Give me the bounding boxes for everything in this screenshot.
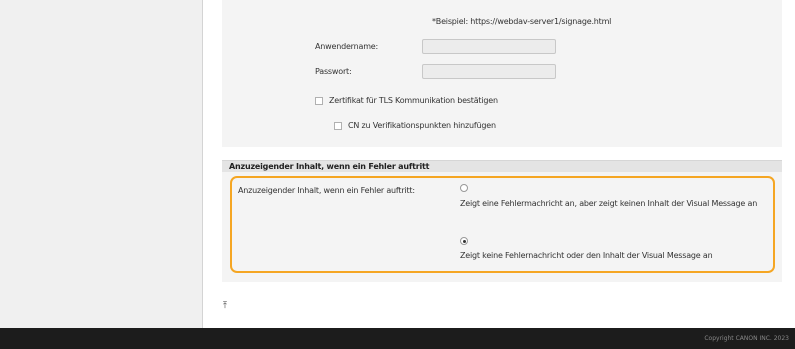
left-sidebar: [0, 0, 203, 328]
error-option-radio-1[interactable]: [460, 184, 468, 192]
username-label: Anwendername:: [315, 42, 379, 51]
cn-add-checkbox[interactable]: [334, 122, 342, 130]
error-option-label-1: Zeigt eine Fehlermachricht an, aber zeig…: [460, 199, 758, 208]
main-content: *Beispiel: https://webdav-server1/signag…: [204, 0, 795, 328]
username-field[interactable]: [422, 39, 556, 54]
error-option-radio-2[interactable]: [460, 237, 468, 245]
error-option-label-2: Zeigt keine Fehlernachricht oder den Inh…: [460, 251, 713, 260]
tls-verify-label: Zertifikat für TLS Kommunikation bestäti…: [329, 96, 498, 105]
cn-add-label: CN zu Verifikationspunkten hinzufügen: [348, 121, 496, 130]
error-section-heading: Anzuzeigender Inhalt, wenn ein Fehler au…: [222, 160, 782, 172]
page-top-icon[interactable]: ⤒: [223, 301, 227, 311]
error-section-title: Anzuzeigender Inhalt, wenn ein Fehler au…: [229, 162, 430, 171]
password-field[interactable]: [422, 64, 556, 79]
connection-settings-panel: *Beispiel: https://webdav-server1/signag…: [222, 0, 782, 147]
footer-bar: Copyright CANON INC. 2023: [0, 328, 795, 349]
tls-verify-checkbox[interactable]: [315, 97, 323, 105]
error-display-label: Anzuzeigender Inhalt, wenn ein Fehler au…: [238, 186, 415, 195]
password-label: Passwort:: [315, 67, 352, 76]
url-example-hint: *Beispiel: https://webdav-server1/signag…: [432, 17, 612, 26]
copyright-text: Copyright CANON INC. 2023: [704, 335, 789, 342]
